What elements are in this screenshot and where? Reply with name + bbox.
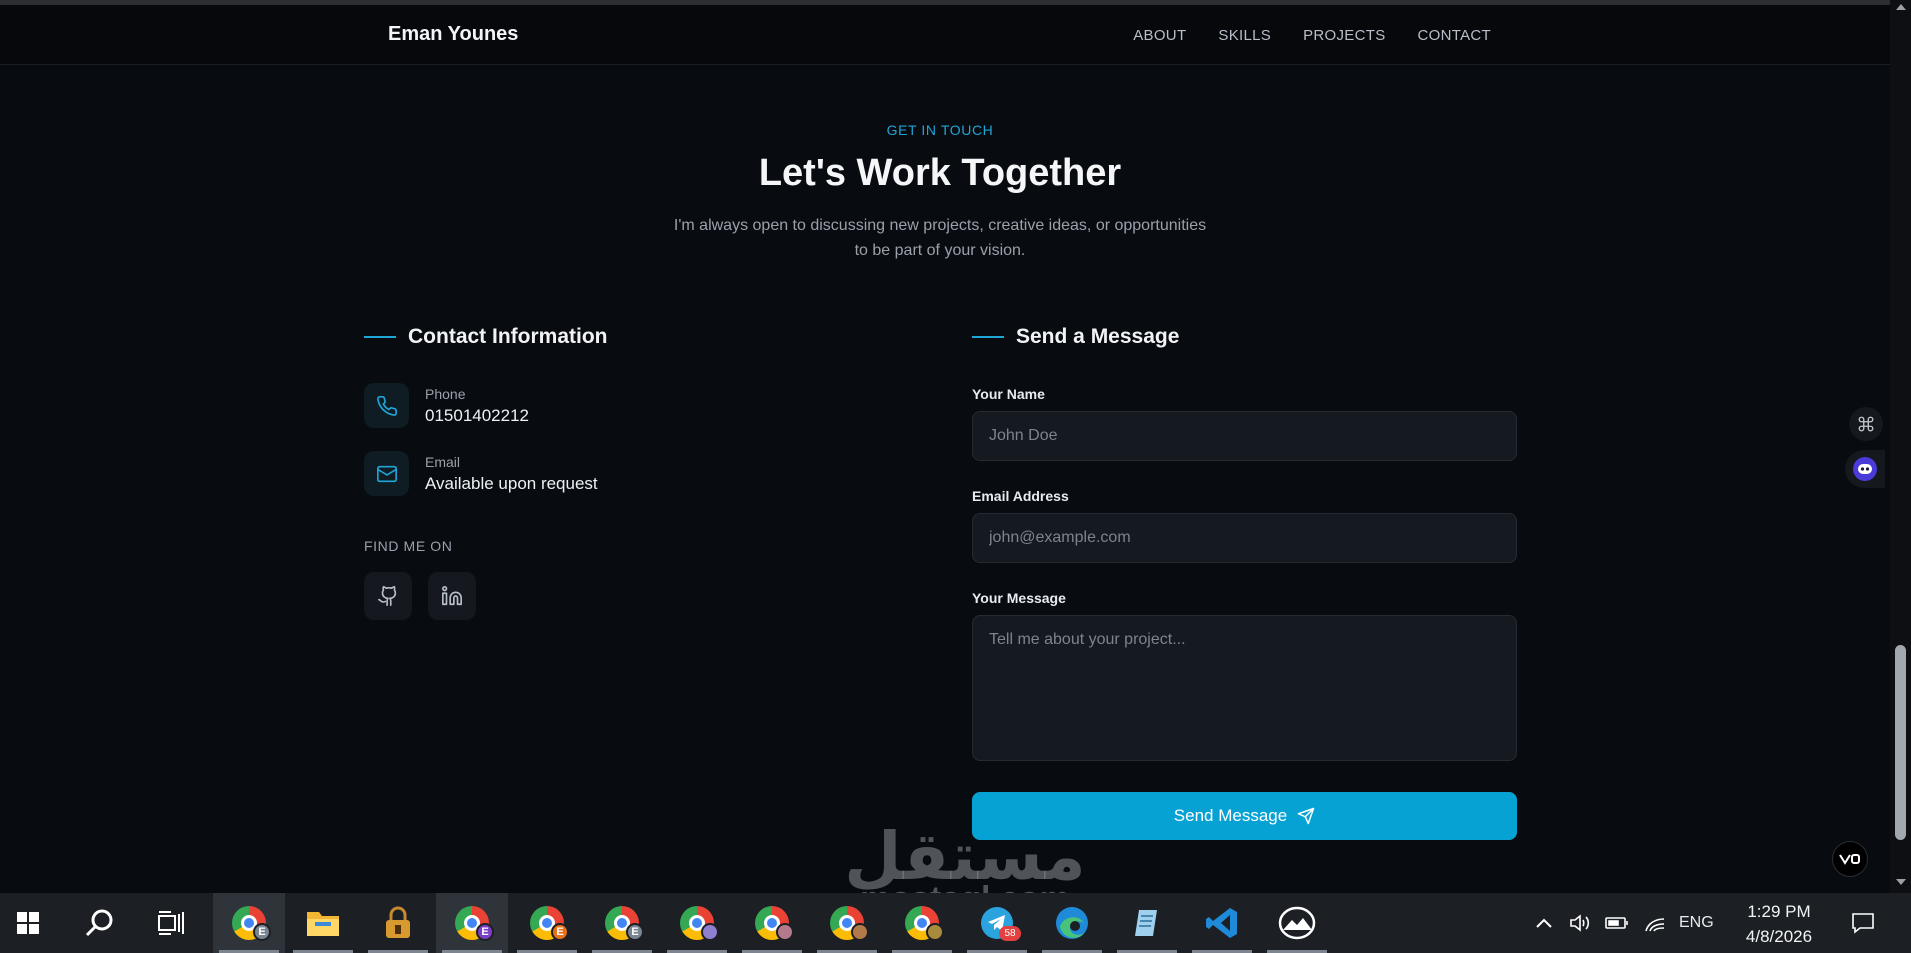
taskbar-mountain-app[interactable] bbox=[1261, 893, 1333, 953]
profile-badge: E bbox=[476, 923, 494, 941]
title-accent-line bbox=[364, 336, 396, 338]
keepass-lock-icon bbox=[386, 906, 410, 938]
contact-info-title-text: Contact Information bbox=[408, 325, 608, 348]
assistant-bot-button[interactable] bbox=[1845, 450, 1885, 488]
profile-badge: E bbox=[551, 923, 569, 941]
section-description: I'm always open to discussing new projec… bbox=[640, 213, 1240, 263]
windows-logo-icon bbox=[17, 912, 39, 934]
vscode-icon bbox=[1206, 908, 1237, 938]
search-icon bbox=[85, 909, 113, 937]
clock-time: 1:29 PM bbox=[1747, 902, 1811, 921]
taskbar-chrome-profile-2[interactable]: E bbox=[436, 893, 508, 953]
profile-avatar-icon bbox=[701, 923, 719, 941]
send-message-button[interactable]: Send Message bbox=[972, 792, 1517, 840]
name-label: Your Name bbox=[972, 386, 1045, 402]
profile-badge: E bbox=[253, 923, 271, 941]
task-view-icon bbox=[158, 911, 184, 935]
title-accent-line bbox=[972, 336, 1004, 338]
nav-link-about[interactable]: ABOUT bbox=[1133, 27, 1186, 44]
email-label: Email bbox=[425, 454, 461, 470]
command-shortcut-button[interactable] bbox=[1849, 407, 1883, 441]
send-message-title: Send a Message bbox=[972, 325, 1179, 349]
send-icon bbox=[1297, 807, 1315, 825]
v0-badge-button[interactable] bbox=[1832, 841, 1868, 877]
phone-value: 01501402212 bbox=[425, 406, 530, 425]
phone-icon bbox=[364, 383, 409, 428]
scroll-up-arrow[interactable] bbox=[1896, 4, 1906, 10]
taskbar-chrome-profile-8[interactable] bbox=[886, 893, 958, 953]
language-indicator[interactable]: ENG bbox=[1679, 914, 1714, 932]
wifi-icon[interactable] bbox=[1643, 914, 1665, 932]
search-button[interactable] bbox=[64, 893, 134, 953]
speaker-icon[interactable] bbox=[1569, 913, 1591, 933]
taskbar-chrome-profile-6[interactable] bbox=[736, 893, 808, 953]
taskbar-password-manager[interactable] bbox=[362, 893, 434, 953]
system-tray: ENG bbox=[1535, 893, 1714, 953]
telegram-unread-count: 58 bbox=[999, 926, 1021, 941]
find-me-label: FIND ME ON bbox=[364, 538, 453, 554]
message-label: Your Message bbox=[972, 590, 1066, 606]
linkedin-icon bbox=[442, 586, 462, 606]
taskbar-chrome-profile-3[interactable]: E bbox=[511, 893, 583, 953]
name-input[interactable] bbox=[972, 411, 1517, 461]
section-description-line-1: I'm always open to discussing new projec… bbox=[673, 217, 1207, 234]
nav-link-contact[interactable]: CONTACT bbox=[1418, 27, 1491, 44]
scroll-down-arrow[interactable] bbox=[1896, 879, 1906, 885]
nav-links: ABOUT SKILLS PROJECTS CONTACT bbox=[1133, 27, 1491, 44]
phone-label: Phone bbox=[425, 386, 466, 402]
taskbar-file-explorer[interactable] bbox=[287, 893, 359, 953]
task-view-button[interactable] bbox=[140, 893, 200, 953]
notification-icon bbox=[1852, 913, 1874, 934]
taskbar-chrome-profile-4[interactable]: E bbox=[586, 893, 658, 953]
nav-link-projects[interactable]: PROJECTS bbox=[1303, 27, 1385, 44]
edge-icon bbox=[1056, 907, 1088, 939]
taskbar-chrome-profile-5[interactable] bbox=[661, 893, 733, 953]
section-eyebrow: GET IN TOUCH bbox=[886, 122, 994, 138]
phone-info: Phone 01501402212 bbox=[364, 383, 529, 428]
linkedin-link[interactable] bbox=[428, 572, 476, 620]
taskbar-chrome-profile-7[interactable] bbox=[811, 893, 883, 953]
brand-name[interactable]: Eman Younes bbox=[388, 23, 518, 46]
send-message-title-text: Send a Message bbox=[1016, 325, 1180, 348]
profile-avatar-icon bbox=[926, 923, 944, 941]
v0-logo-icon bbox=[1839, 854, 1860, 865]
file-explorer-icon bbox=[307, 912, 339, 936]
scroll-thumb[interactable] bbox=[1895, 645, 1906, 840]
robot-icon bbox=[1853, 457, 1877, 481]
taskbar-clock[interactable]: 1:29 PM 4/8/2026 bbox=[1738, 899, 1820, 949]
email-value: Available upon request bbox=[425, 474, 598, 493]
github-icon bbox=[378, 586, 397, 606]
profile-avatar-icon bbox=[851, 923, 869, 941]
profile-avatar-icon bbox=[776, 923, 794, 941]
mail-icon bbox=[364, 451, 409, 496]
send-message-button-label: Send Message bbox=[1173, 806, 1288, 825]
command-icon bbox=[1858, 416, 1874, 432]
email-info: Email Available upon request bbox=[364, 451, 598, 496]
notepad-icon bbox=[1135, 910, 1157, 936]
section-description-line-2: to be part of your vision. bbox=[854, 242, 1026, 259]
github-link[interactable] bbox=[364, 572, 412, 620]
battery-icon[interactable] bbox=[1605, 916, 1629, 930]
profile-badge: E bbox=[626, 923, 644, 941]
email-input[interactable] bbox=[972, 513, 1517, 563]
email-address-label: Email Address bbox=[972, 488, 1069, 504]
navbar: Eman Younes ABOUT SKILLS PROJECTS CONTAC… bbox=[0, 5, 1890, 65]
notification-center-button[interactable] bbox=[1840, 893, 1886, 953]
contact-info-title: Contact Information bbox=[364, 325, 608, 349]
mountain-app-icon bbox=[1278, 906, 1316, 940]
taskbar: E E E E 58 ENG 1:29 PM 4/8/2026 bbox=[0, 893, 1911, 953]
start-button[interactable] bbox=[0, 893, 56, 953]
message-textarea[interactable] bbox=[972, 615, 1517, 761]
taskbar-edge[interactable] bbox=[1036, 893, 1108, 953]
taskbar-telegram[interactable]: 58 bbox=[961, 893, 1033, 953]
page-scrollbar[interactable] bbox=[1890, 0, 1911, 893]
taskbar-vscode[interactable] bbox=[1186, 893, 1258, 953]
nav-link-skills[interactable]: SKILLS bbox=[1218, 27, 1271, 44]
taskbar-chrome-profile-1[interactable]: E bbox=[213, 893, 285, 953]
chevron-up-icon[interactable] bbox=[1535, 917, 1553, 929]
clock-date: 4/8/2026 bbox=[1745, 927, 1813, 946]
section-heading: Let's Work Together bbox=[758, 152, 1122, 194]
taskbar-notepad[interactable] bbox=[1111, 893, 1183, 953]
